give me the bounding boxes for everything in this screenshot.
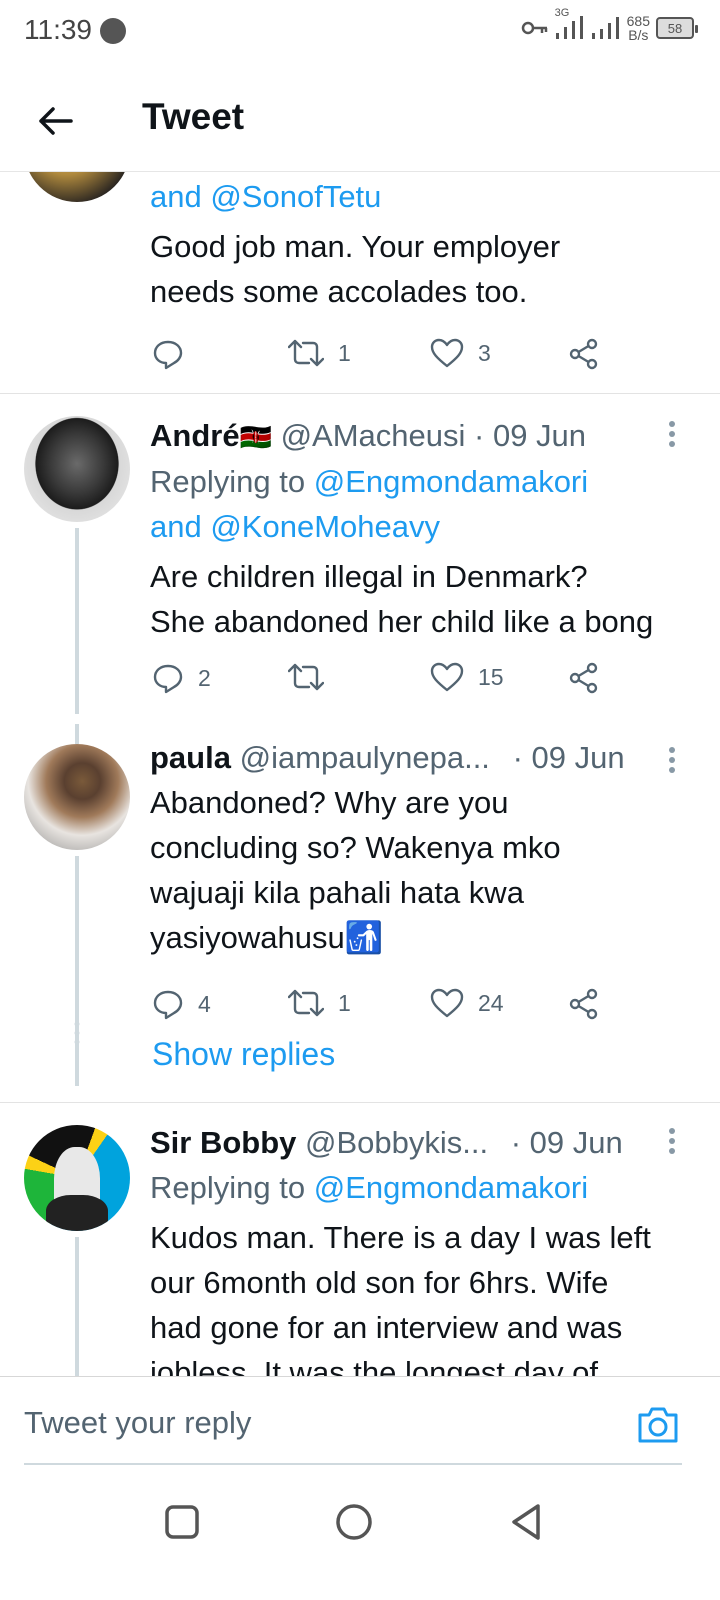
replying-to: Replying to @Engmondamakori bbox=[150, 464, 589, 499]
vpn-key-icon bbox=[521, 21, 547, 35]
status-bar: 11:39 3G 685 B/s 58 bbox=[0, 0, 720, 64]
avatar[interactable] bbox=[24, 172, 130, 202]
retweet-icon bbox=[288, 339, 324, 367]
like-button[interactable]: 24 bbox=[430, 988, 504, 1018]
thread-continuation-icon bbox=[74, 1021, 80, 1045]
more-options-icon[interactable] bbox=[666, 1127, 678, 1157]
tweet-item[interactable]: André🇰🇪 @AMacheusi · 09 Jun Replying to … bbox=[0, 394, 720, 724]
thread-line bbox=[75, 1237, 79, 1376]
camera-icon[interactable] bbox=[636, 1405, 680, 1445]
tweet-item[interactable]: and @SonofTetu Good job man. Your employ… bbox=[0, 172, 720, 392]
share-icon bbox=[569, 338, 598, 370]
reply-button[interactable]: 2 bbox=[152, 662, 211, 694]
share-button[interactable] bbox=[568, 662, 600, 694]
like-button[interactable]: 15 bbox=[430, 662, 504, 692]
notification-dot-icon bbox=[100, 18, 126, 44]
mention-link[interactable]: @Engmondamakori bbox=[314, 1170, 588, 1205]
status-indicators: 3G 685 B/s 58 bbox=[521, 7, 698, 43]
arrow-left-icon bbox=[39, 107, 73, 135]
heart-icon bbox=[430, 988, 464, 1018]
battery-icon: 58 bbox=[656, 17, 698, 39]
home-button[interactable] bbox=[334, 1502, 374, 1542]
thread-line bbox=[75, 528, 79, 714]
reply-icon bbox=[153, 990, 183, 1020]
reply-to-links[interactable]: and @KoneMoheavy bbox=[150, 504, 690, 549]
tweet-item[interactable]: Sir Bobby @Bobbykis... · 09 Jun Replying… bbox=[0, 1103, 720, 1376]
thread-line bbox=[75, 856, 79, 1086]
author-name[interactable]: paula bbox=[150, 740, 231, 775]
kenya-flag-icon: 🇰🇪 bbox=[239, 422, 272, 452]
tweet-text: Are children illegal in Denmark? She aba… bbox=[150, 559, 654, 639]
retweet-button[interactable] bbox=[288, 662, 338, 692]
tweet-header: Sir Bobby @Bobbykis... · 09 Jun bbox=[150, 1121, 690, 1165]
retweet-button[interactable]: 1 bbox=[288, 338, 351, 368]
more-options-icon[interactable] bbox=[666, 746, 678, 776]
system-nav-bar bbox=[0, 1490, 720, 1600]
reply-button[interactable]: 4 bbox=[152, 988, 211, 1020]
retweet-button[interactable]: 1 bbox=[288, 988, 351, 1018]
heart-icon bbox=[430, 662, 464, 692]
network-speed: 685 B/s bbox=[626, 13, 650, 43]
share-icon bbox=[569, 662, 598, 694]
author-handle[interactable]: @AMacheusi bbox=[281, 418, 466, 453]
author-handle[interactable]: @iampaulynepa... bbox=[240, 740, 490, 775]
tweet-date: · 09 Jun bbox=[512, 740, 625, 775]
network-type: 3G bbox=[554, 7, 570, 19]
tweet-date: · 09 Jun bbox=[474, 418, 587, 453]
avatar[interactable] bbox=[24, 1125, 130, 1231]
tweet-header: André🇰🇪 @AMacheusi · 09 Jun bbox=[150, 414, 690, 459]
page-title: Tweet bbox=[142, 96, 245, 137]
battery-level: 58 bbox=[667, 20, 683, 36]
retweet-icon bbox=[288, 663, 324, 691]
share-button[interactable] bbox=[568, 988, 600, 1020]
reply-icon bbox=[153, 664, 183, 694]
like-button[interactable]: 3 bbox=[430, 338, 491, 368]
replying-to: Replying to @Engmondamakori bbox=[150, 1170, 589, 1205]
author-name[interactable]: André bbox=[150, 418, 240, 453]
heart-icon bbox=[430, 338, 464, 368]
tweet-text: Abandoned? Why are you concluding so? Wa… bbox=[150, 785, 561, 955]
avatar[interactable] bbox=[24, 744, 130, 850]
more-options-icon[interactable] bbox=[666, 420, 678, 450]
share-button[interactable] bbox=[568, 338, 600, 370]
back-button[interactable] bbox=[30, 96, 80, 146]
thread-line bbox=[75, 724, 79, 744]
reply-icon bbox=[153, 340, 183, 370]
status-time: 11:39 bbox=[24, 14, 92, 45]
tweet-text: Good job man. Your employer needs some a… bbox=[150, 229, 561, 309]
reply-feed[interactable]: and @SonofTetu Good job man. Your employ… bbox=[0, 172, 720, 1376]
recent-apps-button[interactable] bbox=[162, 1502, 202, 1542]
share-icon bbox=[569, 988, 598, 1020]
signal-icon-2 bbox=[591, 17, 619, 39]
back-nav-button[interactable] bbox=[506, 1502, 546, 1542]
show-replies-link[interactable]: Show replies bbox=[152, 1036, 335, 1073]
reply-button[interactable] bbox=[152, 338, 198, 370]
tweet-actions: 2 15 bbox=[150, 662, 610, 702]
tweet-date: · 09 Jun bbox=[510, 1125, 623, 1160]
reply-composer: Tweet your reply bbox=[0, 1376, 720, 1466]
tweet-text: Kudos man. There is a day I was left our… bbox=[150, 1220, 651, 1376]
avatar[interactable] bbox=[24, 416, 130, 522]
input-underline bbox=[24, 1463, 682, 1465]
author-name[interactable]: Sir Bobby bbox=[150, 1125, 296, 1160]
tweet-item[interactable]: paula @iampaulynepa... · 09 Jun Abandone… bbox=[0, 724, 720, 1102]
retweet-icon bbox=[288, 989, 324, 1017]
reply-input[interactable]: Tweet your reply bbox=[24, 1405, 251, 1441]
tweet-actions: 4 1 24 bbox=[150, 988, 610, 1028]
app-header: Tweet bbox=[0, 70, 720, 172]
tweet-header: paula @iampaulynepa... · 09 Jun bbox=[150, 736, 690, 780]
tweet-actions: 1 3 bbox=[150, 338, 610, 378]
author-handle[interactable]: @Bobbykis... bbox=[305, 1125, 488, 1160]
reply-to-links[interactable]: and @SonofTetu bbox=[150, 174, 690, 219]
mention-link[interactable]: @Engmondamakori bbox=[314, 464, 588, 499]
